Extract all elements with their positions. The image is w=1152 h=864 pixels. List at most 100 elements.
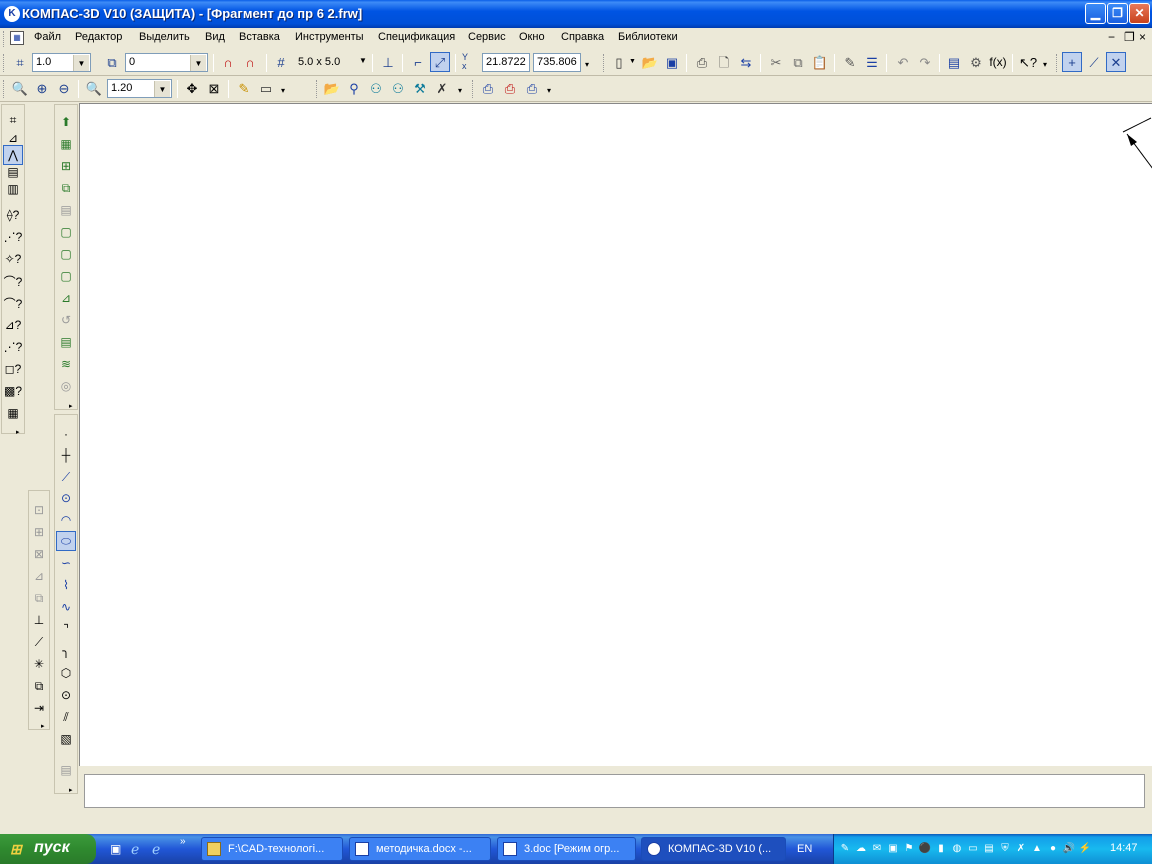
maximize-button[interactable]: ❐ (1107, 3, 1128, 24)
menu-insert[interactable]: Вставка (239, 31, 280, 43)
segment-icon[interactable]: ⟋ (56, 467, 76, 487)
panel-expand-icon[interactable]: ▸ (69, 402, 73, 410)
zoom-field[interactable]: 1.20 ▼ (107, 79, 172, 98)
tray-icon-11[interactable]: ⛨ (998, 842, 1012, 856)
polygon-icon[interactable]: ⬡ (56, 663, 76, 683)
toolbar-grip[interactable] (3, 54, 6, 72)
menu-file[interactable]: Файл (34, 31, 61, 43)
snap-cross-icon[interactable]: ✕ (1106, 52, 1126, 72)
lib-tree-icon[interactable]: ⚇ (388, 78, 408, 98)
ortho-icon[interactable]: ⊥ (378, 52, 398, 72)
save-icon[interactable]: ▣ (662, 52, 682, 72)
toolbar-grip[interactable] (3, 80, 6, 98)
tray-icon-4[interactable]: ▣ (886, 842, 900, 856)
chamfer-line-icon[interactable]: ⌝ (56, 619, 76, 639)
arc-icon[interactable]: ◠ (56, 510, 76, 530)
document-icon[interactable]: ▦ (10, 31, 24, 45)
print-preview-icon[interactable]: ⎙ (500, 78, 520, 98)
break-link-icon[interactable]: ⇥ (29, 698, 49, 718)
fix-angle-icon[interactable]: ⊠ (29, 544, 49, 564)
tray-icon-9[interactable]: ▭ (966, 842, 980, 856)
parametrization-tab-icon[interactable]: ▥ (3, 179, 23, 199)
grid-icon[interactable]: # (271, 52, 291, 72)
panel-expand-icon[interactable]: ▸ (69, 786, 73, 794)
snap-line-icon[interactable]: ⟋ (1084, 52, 1104, 72)
properties-icon[interactable]: ☰ (862, 52, 882, 72)
open-folder-icon[interactable]: 📂 (640, 52, 660, 72)
panel-expand-icon[interactable]: ▸ (41, 722, 45, 730)
circle-icon[interactable]: ⊙ (56, 488, 76, 508)
chevron-down-icon[interactable]: ▼ (73, 55, 89, 71)
measure-tab-icon[interactable]: ⟠? (3, 205, 23, 225)
toolbar-overflow-icon[interactable]: ▾ (281, 86, 285, 95)
menu-help[interactable]: Справка (561, 31, 604, 43)
toolbar-grip[interactable] (603, 54, 606, 72)
previous-view-icon[interactable]: ▭ (256, 78, 276, 98)
refresh-image-icon[interactable]: ✎ (234, 78, 254, 98)
point-icon[interactable]: · (56, 424, 76, 444)
variables-fx-icon[interactable]: f(x) (988, 52, 1008, 72)
cut-curve-icon[interactable]: ▢ (56, 244, 76, 264)
task-word-3doc[interactable]: 3.doc [Режим огр... (497, 837, 636, 861)
lib-network-icon[interactable]: ⚇ (366, 78, 386, 98)
length-icon[interactable]: ⌒? (3, 271, 23, 291)
print-icon[interactable]: ⎙ (478, 78, 498, 98)
lib-settings-icon[interactable]: ✗ (432, 78, 452, 98)
tray-icon-8[interactable]: ◍ (950, 842, 964, 856)
minimize-button[interactable]: ▁ (1085, 3, 1106, 24)
clock[interactable]: 14:47 (1110, 842, 1138, 854)
fillet-icon[interactable]: ╮ (56, 641, 76, 661)
move-icon[interactable]: ⬆ (56, 112, 76, 132)
ellipse-icon[interactable]: ⬭ (56, 531, 76, 551)
print-setup-icon[interactable]: ⎙ (522, 78, 542, 98)
task-explorer[interactable]: F:\CAD-технологі... (201, 837, 343, 861)
new-document-icon[interactable]: ▯ (609, 52, 629, 72)
tray-icon-3[interactable]: ✉ (870, 842, 884, 856)
coordinates-icon[interactable]: ⋰? (3, 337, 23, 357)
parallel-icon[interactable]: ⊿ (29, 566, 49, 586)
help-pointer-icon[interactable]: ↖? (1018, 52, 1038, 72)
coord-x-field[interactable]: 21.8722 (482, 53, 530, 72)
zoom-scale-icon[interactable]: 🔍 (84, 78, 104, 98)
wave-icon[interactable]: ≋ (56, 354, 76, 374)
collect-contour-icon[interactable]: ▤ (56, 760, 76, 780)
stretch-icon[interactable]: ⊿ (56, 288, 76, 308)
ie-icon[interactable]: ℯ (131, 841, 147, 857)
symmetry-icon[interactable]: ⧉ (56, 178, 76, 198)
zoom-window-icon[interactable]: 🔍 (10, 78, 30, 98)
contour-icon[interactable]: ⊙ (56, 685, 76, 705)
chevron-down-icon[interactable]: ▼ (629, 58, 636, 65)
panel-expand-icon[interactable]: ▸ (16, 428, 20, 436)
nurbs-icon[interactable]: ⌇ (56, 575, 76, 595)
zoom-in-icon[interactable]: ⊕ (32, 78, 52, 98)
menu-specification[interactable]: Спецификация (378, 31, 455, 43)
distance-icon[interactable]: ⋰? (3, 227, 23, 247)
hatch-info-icon[interactable]: ▩? (3, 381, 23, 401)
toolbar-grip[interactable] (1056, 54, 1059, 72)
document-manager-icon[interactable]: ⇆ (736, 52, 756, 72)
curve-length-icon[interactable]: ⌒? (3, 293, 23, 313)
close-button[interactable]: ✕ (1129, 3, 1150, 24)
toolbar-grip[interactable] (472, 80, 475, 98)
print-icon[interactable]: ⎙ (692, 52, 712, 72)
aux-line-icon[interactable]: ┼ (56, 445, 76, 465)
cut-icon[interactable]: ✂ (766, 52, 786, 72)
mass-icon[interactable]: ◻? (3, 359, 23, 379)
cursor-crosshair-icon[interactable]: + (1062, 52, 1082, 72)
copy-tool-icon[interactable]: ▤ (56, 200, 76, 220)
lib-tools-icon[interactable]: ⚒ (410, 78, 430, 98)
menu-view[interactable]: Вид (205, 31, 225, 43)
equidistant-icon[interactable]: ⫽ (56, 707, 76, 727)
symmetric-icon[interactable]: ✳ (29, 654, 49, 674)
area-icon[interactable]: ⊿? (3, 315, 23, 335)
toolbar-grip[interactable] (316, 80, 319, 98)
tangent-icon[interactable]: ⟋ (29, 632, 49, 652)
menu-edit[interactable]: Редактор (75, 31, 122, 43)
properties-info-icon[interactable]: ▦ (3, 403, 23, 423)
copy-properties-icon[interactable]: ✎ (840, 52, 860, 72)
undo-icon[interactable]: ↶ (893, 52, 913, 72)
mdi-restore-icon[interactable]: ❐ (1124, 30, 1135, 44)
lib-binoculars-icon[interactable]: ⚲ (344, 78, 364, 98)
quicklaunch-expand-icon[interactable]: » (180, 836, 186, 847)
menu-window[interactable]: Окно (519, 31, 545, 43)
